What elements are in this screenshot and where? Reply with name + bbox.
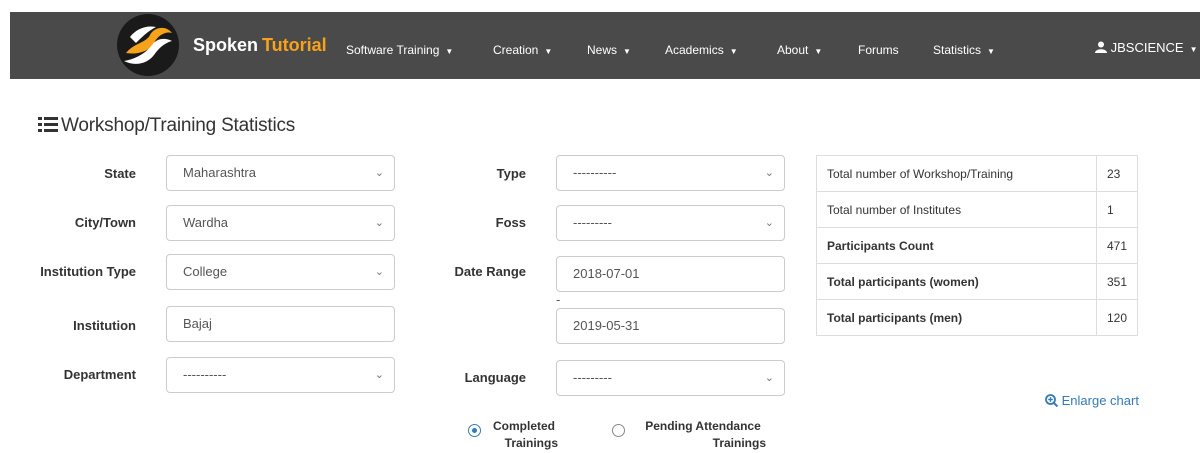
table-row: Total participants (men) 120	[816, 299, 1139, 336]
stat-value: 471	[1095, 227, 1139, 264]
stat-label: Participants Count	[816, 227, 1097, 264]
brand-first: Spoken	[193, 35, 259, 55]
type-value: ----------	[573, 165, 617, 180]
institution-type-select[interactable]: College ⌄	[166, 254, 395, 290]
institution-input[interactable]: Bajaj	[166, 306, 395, 342]
institution-type-value: College	[183, 264, 228, 279]
nav-statistics[interactable]: Statistics ▼	[933, 43, 995, 57]
table-row: Total number of Workshop/Training 23	[816, 155, 1139, 192]
city-label: City/Town	[74, 215, 136, 230]
chevron-down-icon: ⌄	[764, 167, 774, 179]
table-row: Participants Count 471	[816, 227, 1139, 264]
caret-down-icon: ▼	[729, 47, 738, 56]
completed-label[interactable]: Completed Trainings	[484, 418, 564, 452]
table-row: Total participants (women) 351	[816, 263, 1139, 300]
caret-down-icon: ▼	[544, 47, 553, 56]
department-select[interactable]: ---------- ⌄	[166, 357, 395, 393]
pending-line2: Trainings	[712, 436, 766, 450]
stat-label: Total number of Workshop/Training	[816, 155, 1097, 192]
caret-down-icon: ▼	[623, 47, 631, 56]
nav-news[interactable]: News ▼	[587, 43, 631, 57]
stat-value: 23	[1095, 155, 1139, 192]
nav-label: Forums	[858, 43, 899, 57]
date-range-separator: -	[556, 292, 561, 307]
chevron-down-icon: ⌄	[374, 369, 384, 381]
foss-value: ---------	[573, 215, 612, 230]
institution-value: Bajaj	[183, 316, 212, 331]
nav-label: Statistics	[933, 43, 982, 57]
chevron-down-icon: ⌄	[374, 167, 384, 179]
date-range-label: Date Range	[454, 264, 526, 279]
zoom-in-icon	[1045, 394, 1059, 408]
caret-down-icon: ▼	[445, 47, 454, 56]
department-value: ----------	[183, 367, 227, 382]
state-label: State	[104, 166, 136, 181]
nav-label: Academics	[665, 43, 724, 57]
page-title: Workshop/Training Statistics	[38, 115, 295, 137]
spoken-tutorial-logo[interactable]	[116, 13, 180, 77]
chevron-down-icon: ⌄	[764, 217, 774, 229]
caret-down-icon: ▼	[987, 47, 995, 56]
foss-label: Foss	[495, 215, 526, 230]
stat-label: Total participants (women)	[816, 263, 1097, 300]
nav-academics[interactable]: Academics ▼	[665, 43, 738, 57]
date-to-input[interactable]: 2019-05-31	[556, 308, 785, 344]
nav-label: Software Training	[346, 43, 440, 57]
user-icon	[1095, 41, 1107, 53]
chevron-down-icon: ⌄	[764, 372, 774, 384]
user-menu[interactable]: JBSCIENCE ▼	[1095, 40, 1198, 55]
type-label: Type	[496, 166, 526, 181]
nav-software-training[interactable]: Software Training ▼	[346, 43, 453, 57]
stats-table: Total number of Workshop/Training 23 Tot…	[816, 155, 1139, 336]
state-select[interactable]: Maharashtra ⌄	[166, 155, 395, 191]
nav-label: News	[587, 43, 618, 57]
stat-label: Total participants (men)	[816, 299, 1097, 336]
chevron-down-icon: ⌄	[374, 266, 384, 278]
state-value: Maharashtra	[183, 165, 256, 180]
language-value: ---------	[573, 370, 612, 385]
nav-forums[interactable]: Forums	[858, 43, 899, 57]
pending-line1: Pending Attendance	[645, 419, 761, 433]
enlarge-chart-link[interactable]: Enlarge chart	[1045, 393, 1139, 408]
nav-label: Creation	[493, 43, 539, 57]
top-navbar: Spoken Tutorial Software Training ▼ Creati…	[10, 12, 1200, 79]
page-title-text: Workshop/Training Statistics	[61, 115, 296, 136]
brand-second: Tutorial	[262, 35, 327, 55]
city-value: Wardha	[183, 215, 229, 230]
completed-radio[interactable]	[468, 424, 481, 437]
caret-down-icon: ▼	[814, 47, 823, 56]
department-label: Department	[63, 367, 136, 382]
user-name: JBSCIENCE	[1110, 40, 1184, 55]
language-label: Language	[464, 370, 526, 385]
date-from-input[interactable]: 2018-07-01	[556, 256, 785, 292]
stat-value: 1	[1095, 191, 1139, 228]
caret-down-icon: ▼	[1189, 45, 1198, 54]
completed-line1: Completed	[492, 419, 555, 433]
list-icon	[38, 117, 58, 132]
city-select[interactable]: Wardha ⌄	[166, 205, 395, 241]
type-select[interactable]: ---------- ⌄	[556, 155, 785, 191]
enlarge-chart-text: Enlarge chart	[1061, 393, 1139, 408]
nav-about[interactable]: About ▼	[777, 43, 822, 57]
pending-radio[interactable]	[612, 424, 625, 437]
nav-creation[interactable]: Creation ▼	[493, 43, 552, 57]
stat-value: 351	[1095, 263, 1139, 300]
stat-label: Total number of Institutes	[816, 191, 1097, 228]
institution-label: Institution	[73, 318, 136, 333]
table-row: Total number of Institutes 1	[816, 191, 1139, 228]
institution-type-label: Institution Type	[40, 264, 136, 279]
language-select[interactable]: --------- ⌄	[556, 360, 785, 396]
nav-label: About	[777, 43, 809, 57]
chevron-down-icon: ⌄	[374, 217, 384, 229]
completed-line2: Trainings	[504, 436, 558, 450]
stat-value: 120	[1095, 299, 1139, 336]
foss-select[interactable]: --------- ⌄	[556, 205, 785, 241]
date-to-value: 2019-05-31	[573, 318, 640, 333]
date-from-value: 2018-07-01	[573, 266, 640, 281]
brand-name[interactable]: Spoken Tutorial	[193, 35, 327, 56]
pending-label[interactable]: Pending Attendance Trainings	[628, 418, 778, 452]
